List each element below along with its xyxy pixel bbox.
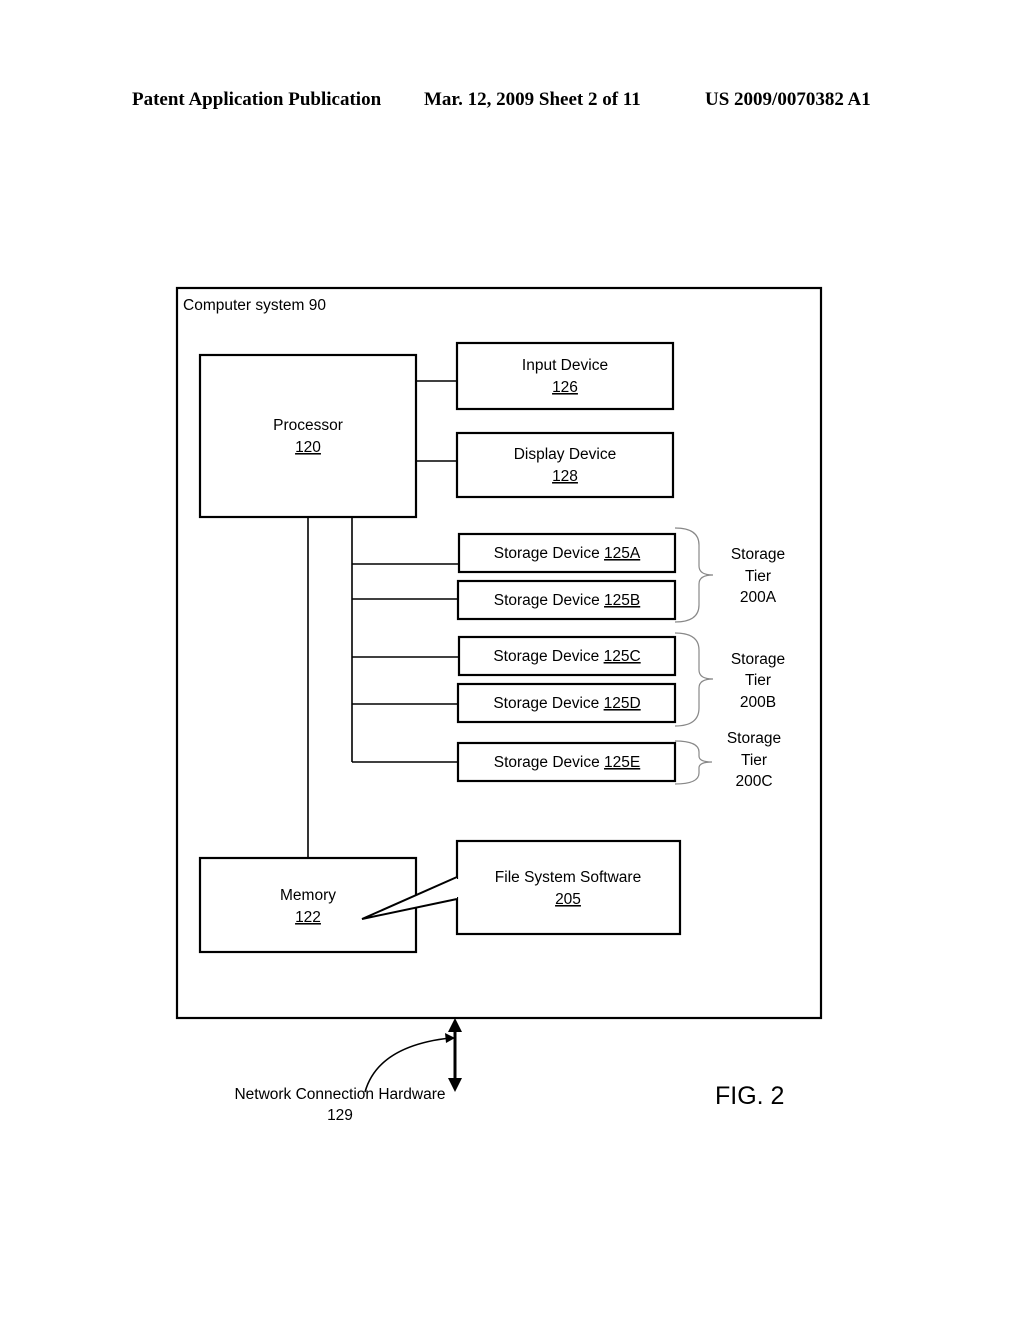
memory-label: Memory [280, 887, 336, 904]
svg-text:200A: 200A [740, 589, 777, 606]
svg-text:Storage: Storage [727, 730, 781, 747]
storage-device-label: Storage Device [494, 754, 604, 771]
svg-text:Tier: Tier [741, 752, 767, 769]
svg-text:Storage Device 125D: Storage Device 125D [493, 695, 640, 712]
svg-text:Tier: Tier [745, 672, 771, 689]
processor-ref: 120 [295, 439, 321, 456]
network-hardware-ref: 129 [327, 1107, 353, 1124]
input-device-ref: 126 [552, 379, 578, 396]
storage-device-ref: 125E [604, 754, 640, 771]
svg-text:200C: 200C [735, 773, 772, 790]
input-device-box: Input Device 126 [455, 341, 675, 411]
svg-text:Storage Device 125C: Storage Device 125C [493, 648, 640, 665]
svg-text:Storage Device 125E: Storage Device 125E [494, 754, 640, 771]
svg-text:Storage Device 125B: Storage Device 125B [494, 592, 640, 609]
input-device-label: Input Device [522, 357, 608, 374]
display-device-box: Display Device 128 [455, 431, 675, 499]
display-device-ref: 128 [552, 468, 578, 485]
memory-ref: 122 [295, 909, 321, 926]
storage-device-125e: Storage Device 125E [456, 741, 677, 783]
svg-text:Storage: Storage [731, 546, 785, 563]
storage-device-label: Storage Device [493, 695, 603, 712]
storage-device-125a: Storage Device 125A [457, 532, 677, 574]
storage-device-ref: 125C [604, 648, 641, 665]
storage-device-ref: 125A [604, 545, 641, 562]
file-system-ref: 205 [555, 891, 581, 908]
computer-system-label: Computer system 90 [183, 297, 326, 314]
file-system-label: File System Software [495, 869, 641, 886]
storage-device-label: Storage Device [494, 592, 604, 609]
memory-box: Memory 122 [198, 856, 418, 954]
storage-device-125d: Storage Device 125D [456, 682, 677, 724]
file-system-software-box: File System Software 205 [455, 839, 682, 936]
storage-device-label: Storage Device [494, 545, 604, 562]
display-device-label: Display Device [514, 446, 617, 463]
processor-box: Processor 120 [198, 353, 418, 519]
storage-device-ref: 125D [604, 695, 641, 712]
figure-diagram: Computer system 90 Processor 120 Input D… [175, 286, 823, 1124]
svg-text:Tier: Tier [745, 568, 771, 585]
network-connection-arrow [448, 1018, 462, 1092]
network-hardware-label: Network Connection Hardware [234, 1086, 445, 1103]
svg-text:200B: 200B [740, 694, 776, 711]
storage-device-ref: 125B [604, 592, 640, 609]
network-leader-curve [364, 1037, 451, 1093]
svg-text:Storage Device 125A: Storage Device 125A [494, 545, 641, 562]
storage-device-125b: Storage Device 125B [456, 579, 677, 621]
storage-device-label: Storage Device [493, 648, 603, 665]
storage-device-125c: Storage Device 125C [457, 635, 677, 677]
figure-label: FIG. 2 [715, 1082, 784, 1110]
processor-label: Processor [273, 417, 343, 434]
svg-text:Storage: Storage [731, 651, 785, 668]
